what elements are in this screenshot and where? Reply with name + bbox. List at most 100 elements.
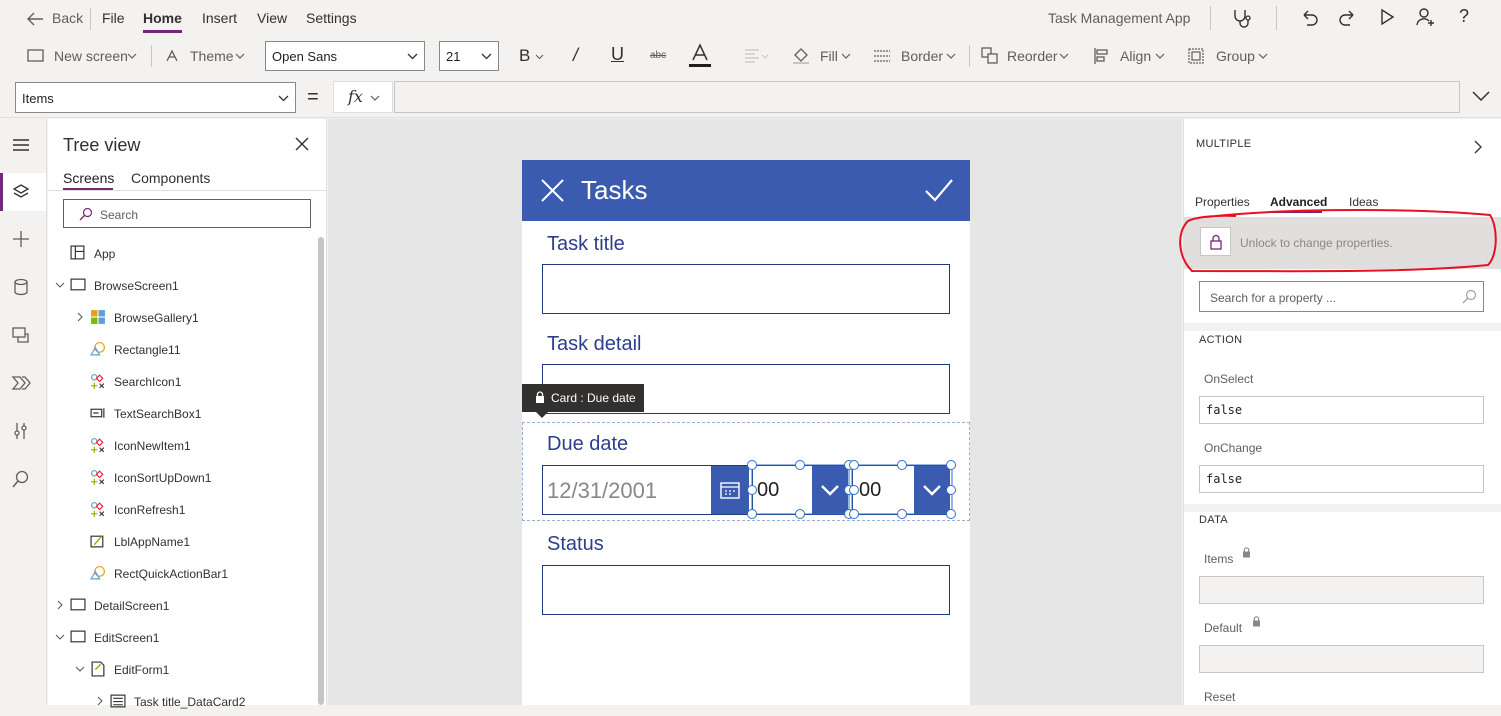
fx-button[interactable]: fx	[333, 81, 393, 113]
tree-item-app[interactable]: App	[48, 238, 318, 268]
date-value: 12/31/2001	[547, 478, 658, 503]
reorder-icon	[981, 47, 998, 64]
status-input[interactable]	[542, 565, 950, 615]
hamburger-menu-icon[interactable]	[11, 135, 31, 155]
tree-item-iconsortupdown1[interactable]: IconSortUpDown1	[48, 462, 318, 492]
onselect-input[interactable]: false	[1199, 396, 1484, 424]
border-button[interactable]: Border	[873, 37, 958, 75]
tab-screens[interactable]: Screens	[63, 170, 114, 186]
items-input	[1199, 576, 1484, 604]
app-icon	[70, 245, 85, 260]
onchange-value: false	[1206, 472, 1243, 486]
menu-file[interactable]: File	[102, 10, 125, 26]
tree-item-lblappname1[interactable]: LblAppName1	[48, 526, 318, 556]
reorder-button[interactable]: Reorder	[981, 37, 1073, 75]
chevron-down-icon	[1155, 53, 1165, 59]
help-icon[interactable]: ?	[1459, 6, 1469, 27]
lock-icon	[1243, 547, 1250, 558]
tree-item-iconrefresh1[interactable]: IconRefresh1	[48, 494, 318, 524]
group-button[interactable]: Group	[1187, 37, 1271, 75]
tree-item-detailscreen1[interactable]: DetailScreen1	[48, 590, 318, 620]
group-icon	[1188, 48, 1204, 64]
back-label: Back	[52, 10, 84, 26]
tree-item-textsearchbox1[interactable]: TextSearchBox1	[48, 398, 318, 428]
undo-icon[interactable]	[1299, 7, 1319, 27]
power-automate-icon[interactable]	[11, 373, 31, 393]
tree-search-input[interactable]: Search	[63, 199, 311, 228]
new-screen-button[interactable]: New screen	[27, 37, 139, 75]
media-icon[interactable]	[11, 325, 31, 345]
menu-bar: Back File Home Insert View Settings Task…	[0, 0, 1501, 37]
chevron-right-icon[interactable]	[55, 600, 65, 610]
chevron-down-icon	[407, 53, 418, 60]
align-button[interactable]: Align	[1093, 37, 1168, 75]
card-tooltip: Card : Due date	[522, 384, 644, 412]
font-size-value: 21	[446, 49, 461, 64]
tree-item-browsegallery1[interactable]: BrowseGallery1	[48, 302, 318, 332]
form-icon	[91, 661, 105, 677]
tree-item-editscreen1[interactable]: EditScreen1	[48, 622, 318, 652]
task-title-input[interactable]	[542, 264, 950, 314]
play-preview-icon[interactable]	[1379, 8, 1395, 26]
close-icon[interactable]	[541, 179, 564, 202]
advanced-tools-icon[interactable]	[11, 421, 31, 441]
strikethrough-icon[interactable]: abc	[650, 50, 666, 61]
tree-item-rectquickactionbar1[interactable]: RectQuickActionBar1	[48, 558, 318, 588]
menu-insert[interactable]: Insert	[202, 10, 237, 26]
tree-scrollbar[interactable]	[318, 237, 324, 705]
red-annotation-circle	[1179, 209, 1497, 273]
menu-settings[interactable]: Settings	[306, 10, 357, 26]
chevron-right-icon[interactable]	[1474, 140, 1482, 154]
redo-icon[interactable]	[1338, 7, 1358, 27]
chevron-right-icon[interactable]	[75, 312, 85, 322]
date-picker[interactable]: 12/31/2001	[542, 465, 749, 515]
tree-item-searchicon1[interactable]: SearchIcon1	[48, 366, 318, 396]
font-family-select[interactable]: Open Sans	[265, 41, 425, 71]
toolbar: New screen Theme Open Sans 21 B / U abc	[0, 37, 1501, 75]
close-icon[interactable]	[295, 137, 309, 151]
icon-control-icon	[91, 438, 105, 453]
bold-button[interactable]: B	[519, 45, 547, 67]
layers-tree-view-icon[interactable]	[11, 182, 31, 202]
expand-formula-chevron-icon[interactable]	[1472, 91, 1490, 101]
formula-bar: Items = fx	[0, 75, 1501, 118]
share-user-icon[interactable]	[1414, 6, 1436, 28]
group-label: Group	[1216, 48, 1255, 64]
database-icon[interactable]	[11, 277, 31, 297]
app-checker-stethoscope-icon[interactable]	[1231, 7, 1253, 29]
checkmark-icon[interactable]	[924, 178, 954, 202]
property-search-input[interactable]: Search for a property ...	[1199, 281, 1484, 312]
tree-item-iconnewitem1[interactable]: IconNewItem1	[48, 430, 318, 460]
chevron-down-icon[interactable]	[75, 664, 85, 674]
font-size-select[interactable]: 21	[439, 41, 499, 71]
screen-icon	[70, 630, 86, 643]
tree-item-label: EditForm1	[114, 663, 170, 677]
search-icon[interactable]	[11, 469, 31, 489]
formula-input[interactable]	[394, 81, 1460, 113]
underline-icon[interactable]: U	[611, 44, 624, 65]
chevron-down-icon[interactable]	[55, 280, 65, 290]
selection-handles[interactable]	[747, 459, 958, 521]
tree-item-browsescreen1[interactable]: BrowseScreen1	[48, 270, 318, 300]
tree-item-task-title-datacard2[interactable]: Task title_DataCard2	[48, 686, 318, 716]
tree-item-editform1[interactable]: EditForm1	[48, 654, 318, 684]
tooltip-text: Card : Due date	[551, 391, 636, 405]
chevron-down-icon[interactable]	[55, 632, 65, 642]
properties-panel: MULTIPLE Properties Advanced Ideas Unloc…	[1179, 119, 1501, 705]
property-select[interactable]: Items	[15, 82, 296, 113]
onchange-input[interactable]: false	[1199, 465, 1484, 493]
italic-icon[interactable]: /	[573, 45, 578, 66]
textinput-icon	[90, 408, 105, 418]
left-rail	[0, 119, 47, 705]
menu-home[interactable]: Home	[143, 10, 182, 26]
menu-view[interactable]: View	[257, 10, 287, 26]
plus-insert-icon[interactable]	[11, 229, 31, 249]
calendar-button[interactable]	[711, 466, 749, 514]
active-menu-indicator	[143, 30, 182, 33]
tree-item-rectangle11[interactable]: Rectangle11	[48, 334, 318, 364]
chevron-down-icon	[946, 53, 956, 59]
tab-components[interactable]: Components	[131, 170, 210, 186]
font-color-button[interactable]	[688, 42, 714, 70]
fill-button[interactable]: Fill	[792, 37, 852, 75]
theme-button[interactable]: Theme	[164, 37, 249, 75]
